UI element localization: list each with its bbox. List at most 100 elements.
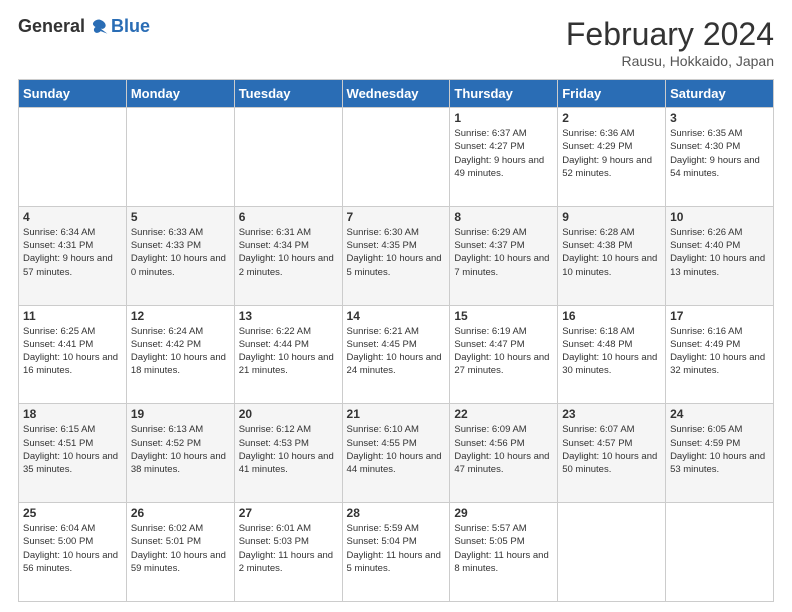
day-number: 17 <box>670 309 769 323</box>
calendar-cell <box>666 503 774 602</box>
day-info: Sunrise: 6:31 AM Sunset: 4:34 PM Dayligh… <box>239 226 338 279</box>
calendar-cell: 15 Sunrise: 6:19 AM Sunset: 4:47 PM Dayli… <box>450 305 558 404</box>
day-number: 21 <box>347 407 446 421</box>
day-number: 23 <box>562 407 661 421</box>
day-number: 1 <box>454 111 553 125</box>
title-block: February 2024 Rausu, Hokkaido, Japan <box>566 16 774 69</box>
calendar-cell: 1 Sunrise: 6:37 AM Sunset: 4:27 PM Daylig… <box>450 108 558 207</box>
calendar-cell: 2 Sunrise: 6:36 AM Sunset: 4:29 PM Daylig… <box>558 108 666 207</box>
calendar-cell <box>342 108 450 207</box>
logo-general-text: General <box>18 16 85 37</box>
day-number: 12 <box>131 309 230 323</box>
day-number: 26 <box>131 506 230 520</box>
day-info: Sunrise: 6:07 AM Sunset: 4:57 PM Dayligh… <box>562 423 661 476</box>
day-info: Sunrise: 6:05 AM Sunset: 4:59 PM Dayligh… <box>670 423 769 476</box>
weekday-header-sunday: Sunday <box>19 80 127 108</box>
day-number: 29 <box>454 506 553 520</box>
day-info: Sunrise: 6:35 AM Sunset: 4:30 PM Dayligh… <box>670 127 769 180</box>
day-info: Sunrise: 6:02 AM Sunset: 5:01 PM Dayligh… <box>131 522 230 575</box>
day-number: 25 <box>23 506 122 520</box>
calendar-row-0: 1 Sunrise: 6:37 AM Sunset: 4:27 PM Daylig… <box>19 108 774 207</box>
day-info: Sunrise: 6:33 AM Sunset: 4:33 PM Dayligh… <box>131 226 230 279</box>
day-info: Sunrise: 6:24 AM Sunset: 4:42 PM Dayligh… <box>131 325 230 378</box>
day-number: 24 <box>670 407 769 421</box>
day-info: Sunrise: 6:01 AM Sunset: 5:03 PM Dayligh… <box>239 522 338 575</box>
day-number: 3 <box>670 111 769 125</box>
logo-bird-icon <box>89 17 109 37</box>
calendar-cell: 6Sunrise: 6:31 AM Sunset: 4:34 PM Daylig… <box>234 206 342 305</box>
calendar-cell: 29 Sunrise: 5:57 AM Sunset: 5:05 PM Dayli… <box>450 503 558 602</box>
day-info: Sunrise: 6:25 AM Sunset: 4:41 PM Dayligh… <box>23 325 122 378</box>
calendar-row-4: 25Sunrise: 6:04 AM Sunset: 5:00 PM Dayli… <box>19 503 774 602</box>
calendar-cell: 28Sunrise: 5:59 AM Sunset: 5:04 PM Dayli… <box>342 503 450 602</box>
day-info: Sunrise: 6:12 AM Sunset: 4:53 PM Dayligh… <box>239 423 338 476</box>
weekday-header-tuesday: Tuesday <box>234 80 342 108</box>
day-number: 13 <box>239 309 338 323</box>
day-info: Sunrise: 6:28 AM Sunset: 4:38 PM Dayligh… <box>562 226 661 279</box>
day-info: Sunrise: 6:30 AM Sunset: 4:35 PM Dayligh… <box>347 226 446 279</box>
day-number: 5 <box>131 210 230 224</box>
weekday-header-friday: Friday <box>558 80 666 108</box>
day-info: Sunrise: 6:15 AM Sunset: 4:51 PM Dayligh… <box>23 423 122 476</box>
day-number: 9 <box>562 210 661 224</box>
calendar-cell: 7 Sunrise: 6:30 AM Sunset: 4:35 PM Daylig… <box>342 206 450 305</box>
day-info: Sunrise: 5:57 AM Sunset: 5:05 PM Dayligh… <box>454 522 553 575</box>
day-number: 2 <box>562 111 661 125</box>
page: General Blue February 2024 Rausu, Hokkai… <box>0 0 792 612</box>
calendar-cell <box>558 503 666 602</box>
calendar-cell: 27 Sunrise: 6:01 AM Sunset: 5:03 PM Dayli… <box>234 503 342 602</box>
calendar-cell: 25Sunrise: 6:04 AM Sunset: 5:00 PM Dayli… <box>19 503 127 602</box>
day-info: Sunrise: 6:29 AM Sunset: 4:37 PM Dayligh… <box>454 226 553 279</box>
day-number: 19 <box>131 407 230 421</box>
calendar-cell <box>19 108 127 207</box>
weekday-header-wednesday: Wednesday <box>342 80 450 108</box>
weekday-header-thursday: Thursday <box>450 80 558 108</box>
calendar-cell: 11 Sunrise: 6:25 AM Sunset: 4:41 PM Dayli… <box>19 305 127 404</box>
day-info: Sunrise: 6:21 AM Sunset: 4:45 PM Dayligh… <box>347 325 446 378</box>
calendar-header-row: SundayMondayTuesdayWednesdayThursdayFrid… <box>19 80 774 108</box>
day-number: 11 <box>23 309 122 323</box>
weekday-header-monday: Monday <box>126 80 234 108</box>
calendar-cell: 10 Sunrise: 6:26 AM Sunset: 4:40 PM Dayli… <box>666 206 774 305</box>
calendar-cell <box>234 108 342 207</box>
calendar-cell: 9 Sunrise: 6:28 AM Sunset: 4:38 PM Daylig… <box>558 206 666 305</box>
day-number: 15 <box>454 309 553 323</box>
calendar-row-2: 11 Sunrise: 6:25 AM Sunset: 4:41 PM Dayli… <box>19 305 774 404</box>
day-number: 28 <box>347 506 446 520</box>
day-info: Sunrise: 6:22 AM Sunset: 4:44 PM Dayligh… <box>239 325 338 378</box>
day-info: Sunrise: 6:26 AM Sunset: 4:40 PM Dayligh… <box>670 226 769 279</box>
calendar-cell: 17 Sunrise: 6:16 AM Sunset: 4:49 PM Dayli… <box>666 305 774 404</box>
calendar-cell: 23 Sunrise: 6:07 AM Sunset: 4:57 PM Dayli… <box>558 404 666 503</box>
calendar-cell: 12 Sunrise: 6:24 AM Sunset: 4:42 PM Dayli… <box>126 305 234 404</box>
day-number: 22 <box>454 407 553 421</box>
day-info: Sunrise: 6:10 AM Sunset: 4:55 PM Dayligh… <box>347 423 446 476</box>
day-info: Sunrise: 6:18 AM Sunset: 4:48 PM Dayligh… <box>562 325 661 378</box>
calendar-cell: 4 Sunrise: 6:34 AM Sunset: 4:31 PM Daylig… <box>19 206 127 305</box>
day-info: Sunrise: 6:19 AM Sunset: 4:47 PM Dayligh… <box>454 325 553 378</box>
calendar-cell: 20 Sunrise: 6:12 AM Sunset: 4:53 PM Dayli… <box>234 404 342 503</box>
calendar-cell: 13 Sunrise: 6:22 AM Sunset: 4:44 PM Dayli… <box>234 305 342 404</box>
month-year-title: February 2024 <box>566 16 774 53</box>
calendar-cell: 19 Sunrise: 6:13 AM Sunset: 4:52 PM Dayli… <box>126 404 234 503</box>
calendar-cell: 5 Sunrise: 6:33 AM Sunset: 4:33 PM Daylig… <box>126 206 234 305</box>
day-info: Sunrise: 6:34 AM Sunset: 4:31 PM Dayligh… <box>23 226 122 279</box>
day-number: 7 <box>347 210 446 224</box>
day-number: 20 <box>239 407 338 421</box>
location-text: Rausu, Hokkaido, Japan <box>566 53 774 69</box>
calendar-cell: 18 Sunrise: 6:15 AM Sunset: 4:51 PM Dayli… <box>19 404 127 503</box>
calendar-cell: 3 Sunrise: 6:35 AM Sunset: 4:30 PM Daylig… <box>666 108 774 207</box>
day-number: 4 <box>23 210 122 224</box>
logo: General Blue <box>18 16 150 37</box>
day-info: Sunrise: 6:16 AM Sunset: 4:49 PM Dayligh… <box>670 325 769 378</box>
day-info: Sunrise: 6:36 AM Sunset: 4:29 PM Dayligh… <box>562 127 661 180</box>
calendar-cell: 21 Sunrise: 6:10 AM Sunset: 4:55 PM Dayli… <box>342 404 450 503</box>
day-number: 10 <box>670 210 769 224</box>
day-number: 27 <box>239 506 338 520</box>
calendar-table: SundayMondayTuesdayWednesdayThursdayFrid… <box>18 79 774 602</box>
day-info: Sunrise: 6:13 AM Sunset: 4:52 PM Dayligh… <box>131 423 230 476</box>
day-info: Sunrise: 6:37 AM Sunset: 4:27 PM Dayligh… <box>454 127 553 180</box>
day-info: Sunrise: 6:09 AM Sunset: 4:56 PM Dayligh… <box>454 423 553 476</box>
day-number: 18 <box>23 407 122 421</box>
logo-blue-text: Blue <box>111 16 150 37</box>
calendar-cell: 16Sunrise: 6:18 AM Sunset: 4:48 PM Dayli… <box>558 305 666 404</box>
